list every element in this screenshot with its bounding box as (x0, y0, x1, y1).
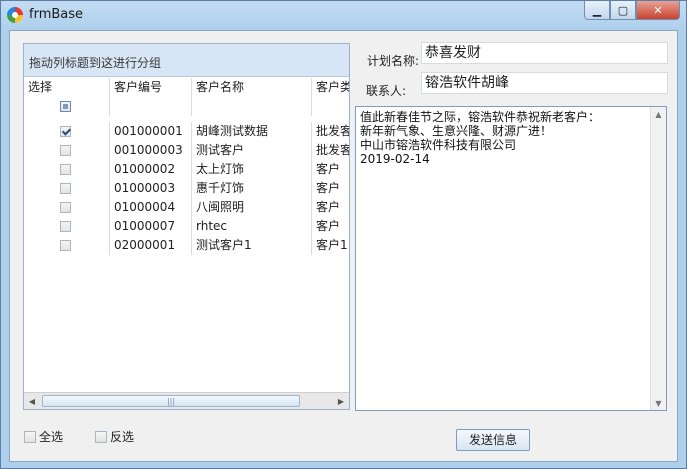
filter-checkbox[interactable] (60, 101, 71, 112)
column-header-code[interactable]: 客户编号 (110, 78, 192, 97)
customer-type: 批发客 (312, 141, 349, 160)
scroll-right-icon[interactable]: ▶ (333, 393, 349, 409)
row-checkbox[interactable] (60, 145, 71, 156)
filter-cell-name[interactable] (192, 97, 312, 116)
customer-code: 01000007 (110, 217, 192, 236)
column-header-name[interactable]: 客户名称 (192, 78, 312, 97)
client-area: 拖动列标题到这进行分组 选择 客户编号 客户名称 客户类 001000001 胡… (9, 30, 678, 462)
select-all-checkbox[interactable]: 全选 (24, 428, 63, 445)
filter-cell-type[interactable] (312, 97, 349, 116)
app-icon (7, 7, 23, 23)
contact-label: 联系人: (366, 84, 407, 98)
customer-code: 001000001 (110, 122, 192, 141)
select-all-box[interactable] (24, 430, 36, 443)
column-header-type[interactable]: 客户类 (312, 78, 349, 97)
horizontal-scrollbar[interactable]: ◀ ||| ▶ (24, 392, 349, 409)
customer-name: 惠千灯饰 (192, 179, 312, 198)
invert-label: 反选 (110, 430, 135, 444)
customer-type: 客户1 (312, 236, 349, 255)
select-all-label: 全选 (39, 430, 64, 444)
plan-name-label: 计划名称: (367, 54, 420, 68)
scroll-thumb[interactable]: ||| (42, 395, 300, 407)
maximize-button[interactable]: ▢ (610, 1, 636, 20)
column-header-select[interactable]: 选择 (24, 78, 110, 97)
customer-code: 02000001 (110, 236, 192, 255)
customer-type: 批发客 (312, 122, 349, 141)
customer-name: rhtec (192, 217, 312, 236)
grid-body: 选择 客户编号 客户名称 客户类 001000001 胡峰测试数据 批发客 00… (24, 78, 349, 393)
customer-type: 客户 (312, 160, 349, 179)
close-icon: ✕ (653, 3, 663, 17)
customer-code: 01000002 (110, 160, 192, 179)
customer-name: 测试客户1 (192, 236, 312, 255)
customer-code: 001000003 (110, 141, 192, 160)
scroll-down-icon[interactable]: ▼ (651, 396, 666, 410)
row-checkbox[interactable] (60, 164, 71, 175)
customer-type: 客户 (312, 179, 349, 198)
close-button[interactable]: ✕ (636, 1, 680, 20)
customer-name: 胡峰测试数据 (192, 122, 312, 141)
plan-name-input[interactable]: 恭喜发财 (421, 42, 668, 64)
customer-code: 01000003 (110, 179, 192, 198)
window-controls: ▁ ▢ ✕ (584, 1, 680, 21)
customer-grid: 拖动列标题到这进行分组 选择 客户编号 客户名称 客户类 001000001 胡… (23, 43, 350, 410)
row-checkbox[interactable] (60, 202, 71, 213)
scroll-up-icon[interactable]: ▲ (651, 107, 666, 121)
customer-type: 客户 (312, 217, 349, 236)
group-panel[interactable]: 拖动列标题到这进行分组 (24, 44, 349, 77)
row-checkbox[interactable] (60, 126, 71, 137)
message-text: 值此新春佳节之际，镕浩软件恭祝新老客户： 新年新气象、生意兴隆、财源广进！ 中山… (360, 110, 601, 166)
title-bar[interactable]: frmBase ▁ ▢ ✕ (1, 1, 686, 29)
send-button[interactable]: 发送信息 (456, 429, 530, 451)
minimize-icon: ▁ (592, 3, 602, 17)
grip-icon: ||| (166, 396, 176, 406)
message-textarea[interactable]: 值此新春佳节之际，镕浩软件恭祝新老客户： 新年新气象、生意兴隆、财源广进！ 中山… (355, 106, 667, 411)
invert-box[interactable] (95, 430, 107, 443)
customer-name: 八闽照明 (192, 198, 312, 217)
customer-code: 01000004 (110, 198, 192, 217)
row-checkbox[interactable] (60, 183, 71, 194)
vertical-scrollbar[interactable]: ▲ ▼ (650, 107, 666, 410)
customer-type: 客户 (312, 198, 349, 217)
customer-name: 测试客户 (192, 141, 312, 160)
window-title: frmBase (29, 7, 84, 22)
invert-selection-checkbox[interactable]: 反选 (95, 428, 134, 445)
customer-name: 太上灯饰 (192, 160, 312, 179)
scroll-left-icon[interactable]: ◀ (24, 393, 40, 409)
contact-input[interactable]: 镕浩软件胡峰 (421, 72, 668, 94)
row-checkbox[interactable] (60, 221, 71, 232)
main-window: frmBase ▁ ▢ ✕ 拖动列标题到这进行分组 选择 客户编号 客户名称 客… (0, 0, 687, 469)
maximize-icon: ▢ (617, 3, 629, 17)
row-checkbox[interactable] (60, 240, 71, 251)
filter-cell-code[interactable] (110, 97, 192, 116)
minimize-button[interactable]: ▁ (584, 1, 610, 20)
